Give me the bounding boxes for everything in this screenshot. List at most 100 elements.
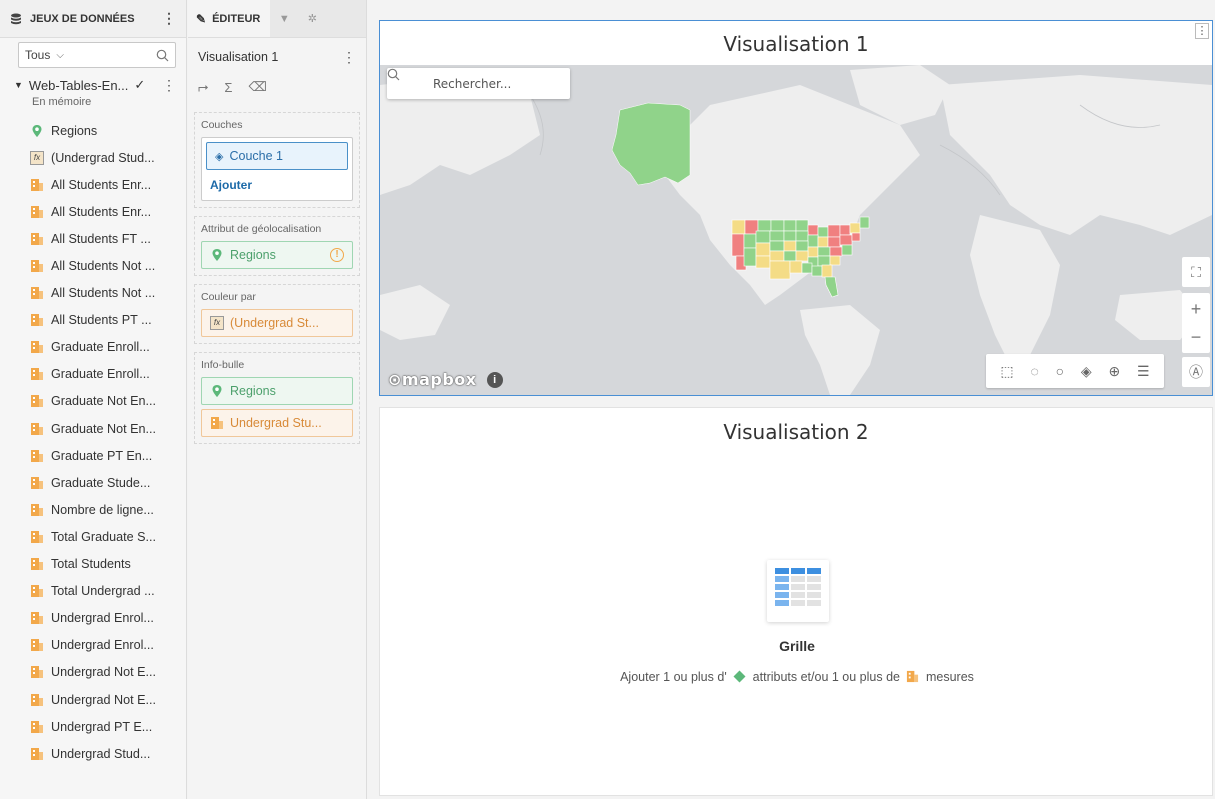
search-icon[interactable] (387, 68, 400, 81)
hint-text-1: Ajouter 1 ou plus d' (620, 670, 727, 684)
eraser-icon[interactable]: ⌫ (248, 79, 266, 95)
dataset-name: Web-Tables-En... (28, 77, 129, 93)
dataset-item-label: Total Undergrad ... (51, 584, 155, 599)
info-icon[interactable]: i (486, 371, 503, 388)
datasets-header: JEUX DE DONNÉES ⋮ (0, 0, 186, 38)
measure-icon (31, 666, 43, 679)
dataset-row[interactable]: ▼ Web-Tables-En... ✓ ⋮ (0, 76, 186, 94)
viz-menu-icon[interactable]: ⋮ (342, 49, 356, 66)
geo-attribute-chip[interactable]: Regions ! (201, 241, 353, 269)
dataset-item[interactable]: All Students Not ... (0, 280, 186, 307)
dataset-item[interactable]: All Students Enr... (0, 171, 186, 198)
measure-icon (31, 314, 43, 327)
dataset-item[interactable]: Graduate Stude... (0, 469, 186, 496)
dataset-item-label: All Students Enr... (51, 177, 152, 192)
search-icon[interactable] (156, 49, 169, 62)
editor-panel: ✎ ÉDITEUR ▼ ✲ Visualisation 1 ⋮ ⮣ Σ ⌫ Co… (188, 0, 367, 799)
dataset-item[interactable]: Total Students (0, 551, 186, 578)
layer-name: Couche 1 (229, 149, 283, 163)
collapse-triangle-icon[interactable]: ▼ (14, 80, 23, 90)
datasets-menu-icon[interactable]: ⋮ (162, 10, 176, 27)
visualization-2[interactable]: Visualisation 2 Grille Ajouter 1 ou plus… (379, 407, 1213, 796)
geo-attribute-title: Attribut de géolocalisation (201, 223, 322, 235)
layer-chip[interactable]: ◈ Couche 1 (206, 142, 348, 170)
dataset-item[interactable]: Total Undergrad ... (0, 578, 186, 605)
measure-icon (31, 232, 43, 245)
location-pin-icon (32, 124, 42, 137)
warning-icon[interactable]: ! (330, 248, 344, 262)
layers-icon[interactable]: ◈ (1081, 363, 1092, 380)
dataset-filter-select[interactable]: Tous ⌵ (18, 42, 176, 68)
dataset-item[interactable]: Graduate PT En... (0, 442, 186, 469)
zoom-controls: + − (1182, 293, 1210, 353)
chevron-down-icon: ⌵ (56, 49, 64, 61)
tooltip-chip-measure[interactable]: Undergrad Stu... (201, 409, 353, 437)
viz1-menu-icon[interactable]: ⋮ (1195, 23, 1209, 39)
dataset-item[interactable]: fx (Undergrad Stud... (0, 144, 186, 171)
editor-toolbar: ⮣ Σ ⌫ (188, 76, 366, 98)
dataset-item[interactable]: Undergrad Enrol... (0, 605, 186, 632)
mapbox-logo[interactable]: ⊙mapbox (388, 370, 477, 389)
viz2-title: Visualisation 2 (723, 420, 869, 444)
dataset-item-label: Graduate Stude... (51, 475, 151, 490)
dataset-item[interactable]: Graduate Not En... (0, 415, 186, 442)
map-search-input[interactable]: Rechercher... (387, 68, 570, 99)
tab-settings[interactable]: ✲ (298, 0, 326, 37)
legend-icon[interactable]: ☰ (1137, 363, 1150, 380)
dataset-item-label: Undergrad Not E... (51, 665, 156, 680)
globe-icon[interactable]: ⊕ (1108, 363, 1120, 380)
dataset-item[interactable]: Undergrad Not E... (0, 686, 186, 713)
fit-bounds-button[interactable]: ⛶ (1182, 257, 1210, 287)
measure-icon (31, 449, 43, 462)
dataset-item[interactable]: Total Graduate S... (0, 523, 186, 550)
measure-icon (31, 693, 43, 706)
measure-icon (211, 417, 223, 429)
dataset-item[interactable]: Undergrad Enrol... (0, 632, 186, 659)
dataset-item[interactable]: All Students FT ... (0, 225, 186, 252)
dataset-item[interactable]: Undergrad Not E... (0, 659, 186, 686)
zoom-in-button[interactable]: + (1191, 295, 1202, 323)
dataset-item[interactable]: Regions (0, 117, 186, 144)
tooltip-value: Undergrad Stu... (230, 416, 322, 430)
dataset-item[interactable]: Undergrad PT E... (0, 713, 186, 740)
dataset-item[interactable]: Undergrad Stud... (0, 740, 186, 767)
dataset-item[interactable]: Nombre de ligne... (0, 496, 186, 523)
canvas-top-strip (368, 0, 1215, 8)
tooltip-chip-regions[interactable]: Regions (201, 377, 353, 405)
grid-label: Grille (779, 638, 815, 654)
check-icon: ✓ (134, 77, 146, 92)
dataset-item[interactable]: All Students PT ... (0, 307, 186, 334)
grid-visualization-icon[interactable] (767, 560, 829, 622)
database-icon (11, 13, 21, 24)
map-canvas[interactable]: Rechercher... ⊙mapbox i ⬚ ◌ ○ ◈ ⊕ ☰ ⛶ + … (380, 65, 1212, 395)
dataset-item[interactable]: Graduate Not En... (0, 388, 186, 415)
swap-axes-icon[interactable]: ⮣ (198, 79, 208, 95)
sigma-icon[interactable]: Σ (224, 80, 232, 95)
dataset-item[interactable]: Graduate Enroll... (0, 361, 186, 388)
dataset-item-label: All Students FT ... (51, 231, 151, 246)
measure-icon (31, 639, 43, 652)
dataset-item-label: Total Graduate S... (51, 529, 157, 544)
dataset-item[interactable]: All Students Enr... (0, 198, 186, 225)
reset-north-button[interactable]: Ⓐ (1182, 357, 1210, 387)
tab-editor[interactable]: ✎ ÉDITEUR (188, 0, 271, 37)
location-pin-icon (212, 249, 222, 261)
dataset-menu-icon[interactable]: ⋮ (162, 77, 176, 94)
map-selection-toolbar: ⬚ ◌ ○ ◈ ⊕ ☰ (986, 354, 1164, 388)
circle-select-icon[interactable]: ○ (1056, 363, 1064, 379)
dataset-item[interactable]: Graduate Enroll... (0, 334, 186, 361)
dataset-item[interactable]: All Students Not ... (0, 252, 186, 279)
viz1-title: Visualisation 1 (723, 32, 869, 56)
gear-icon: ✲ (307, 13, 317, 25)
visualization-1[interactable]: Visualisation 1 ⋮ Rechercher... ⊙mapbox … (379, 20, 1213, 396)
add-layer-link[interactable]: Ajouter (206, 170, 348, 196)
measure-icon (31, 503, 43, 516)
tab-filter[interactable]: ▼ (270, 0, 298, 37)
dataset-item-label: Graduate Not En... (51, 421, 157, 436)
zoom-out-button[interactable]: − (1191, 323, 1202, 351)
dataset-item-label: (Undergrad Stud... (51, 150, 155, 165)
color-by-chip[interactable]: fx (Undergrad St... (201, 309, 353, 337)
rectangle-select-icon[interactable]: ⬚ (1000, 363, 1013, 380)
tooltip-title: Info-bulle (201, 359, 245, 371)
lasso-select-icon[interactable]: ◌ (1030, 363, 1038, 379)
